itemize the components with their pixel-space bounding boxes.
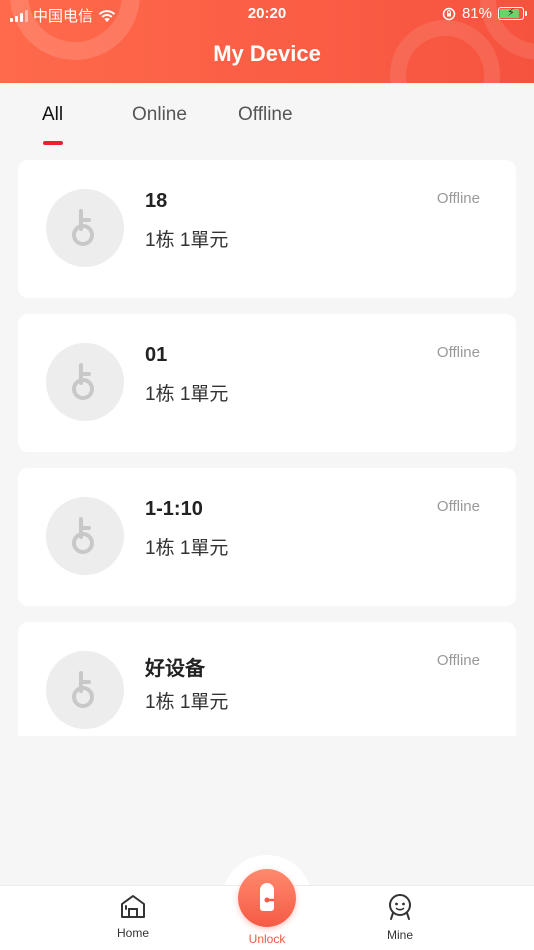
device-name: 01 [145,344,168,366]
device-card[interactable]: 18 1栋 1單元 Offline [18,160,516,298]
device-name: 18 [145,190,168,212]
lock-icon [72,209,94,246]
home-icon [121,895,145,918]
device-card[interactable]: 01 1栋 1單元 Offline [18,314,516,452]
filter-tabs: All Online Offline [0,83,534,151]
unlock-button[interactable] [238,869,296,927]
device-location: 1栋 1單元 [145,230,229,251]
nav-unlock-label: Unlock [248,932,286,946]
tab-all[interactable]: All [42,104,63,126]
device-name: 1-1:10 [145,498,203,520]
nav-home-label: Home [116,926,149,940]
device-location: 1栋 1單元 [145,692,229,713]
device-status: Offline [436,190,480,207]
device-list[interactable]: 18 1栋 1單元 Offline 01 1栋 1單元 Offline 1-1:… [18,160,516,736]
device-avatar [46,651,124,729]
device-name: 好设备 [145,658,205,680]
nav-mine[interactable]: Mine [355,893,445,942]
lock-icon [72,517,94,554]
device-card[interactable]: 好设备 1栋 1單元 Offline [18,622,516,736]
active-tab-indicator [43,141,63,145]
device-location: 1栋 1單元 [145,384,229,405]
nav-home[interactable]: Home [88,893,178,940]
profile-icon [389,894,411,920]
device-card[interactable]: 1-1:10 1栋 1單元 Offline [18,468,516,606]
nav-mine-label: Mine [386,928,413,942]
header: 中国电信 20:20 81% ⚡ My Device [0,0,534,83]
tab-online[interactable]: Online [132,104,187,126]
page-title: My Device [213,41,321,66]
unlock-icon [260,883,274,911]
lock-icon [72,363,94,400]
device-avatar [46,497,124,575]
battery-percent: 81% [461,5,492,22]
lock-icon [72,671,94,708]
device-location: 1栋 1單元 [145,538,229,559]
status-bar: 中国电信 20:20 81% ⚡ [0,0,534,28]
device-status: Offline [436,498,480,515]
battery-icon: ⚡ [498,7,527,20]
device-status: Offline [436,652,480,669]
device-avatar [46,343,124,421]
tab-offline[interactable]: Offline [238,104,293,126]
device-status: Offline [436,344,480,361]
device-avatar [46,189,124,267]
orientation-lock-icon [442,7,456,20]
